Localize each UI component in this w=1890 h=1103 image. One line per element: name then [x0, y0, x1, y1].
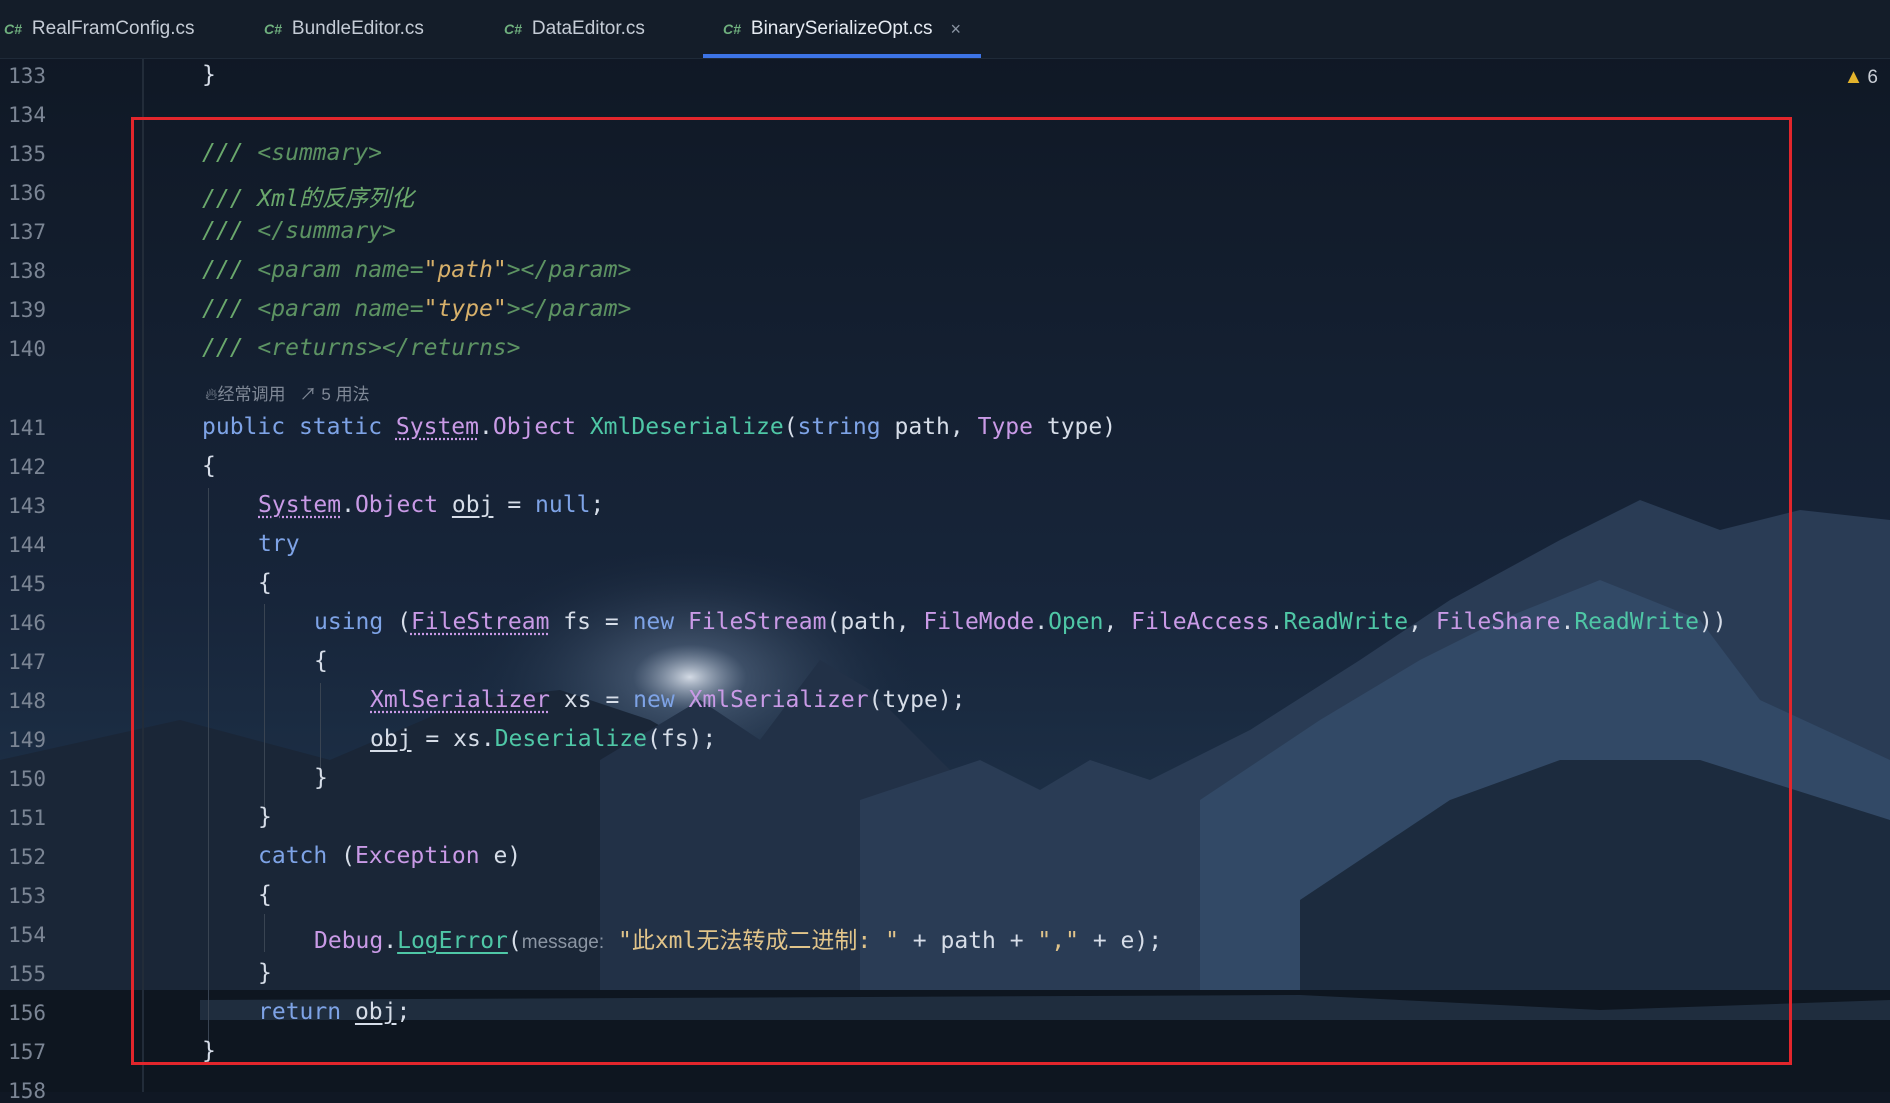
line-number: 157	[8, 1040, 46, 1064]
line-number: 156	[8, 1001, 46, 1025]
line-number: 155	[8, 962, 46, 986]
line-number: 149	[8, 728, 46, 752]
line-number: 135	[8, 142, 46, 166]
line-number: 145	[8, 572, 46, 596]
editor-tab-bar: C# RealFramConfig.cs C# BundleEditor.cs …	[0, 0, 1890, 59]
tab-dataeditor[interactable]: C# DataEditor.cs	[504, 0, 645, 58]
warning-count: 6	[1867, 66, 1878, 88]
line-number: 153	[8, 884, 46, 908]
tab-label: DataEditor.cs	[531, 18, 645, 39]
tab-label: BundleEditor.cs	[291, 18, 424, 39]
tab-label: BinarySerializeOpt.cs	[750, 18, 933, 39]
tab-bundleeditor[interactable]: C# BundleEditor.cs	[264, 0, 424, 58]
line-number: 150	[8, 767, 46, 791]
line-number: 148	[8, 689, 46, 713]
highlight-box	[131, 117, 1792, 1065]
line-number: 152	[8, 845, 46, 869]
code-line-133: }	[202, 62, 216, 88]
inspection-warnings-indicator[interactable]: ▲ 6	[1844, 66, 1878, 89]
tab-binaryserializeopt[interactable]: C# BinarySerializeOpt.cs ×	[703, 0, 982, 58]
csharp-file-icon: C#	[264, 21, 282, 37]
line-number: 134	[8, 103, 46, 127]
line-number: 141	[8, 416, 46, 440]
line-number: 133	[8, 64, 46, 88]
line-number: 136	[8, 181, 46, 205]
line-number: 154	[8, 923, 46, 947]
warning-triangle-icon: ▲	[1843, 66, 1864, 88]
line-number: 146	[8, 611, 46, 635]
csharp-file-icon: C#	[4, 21, 22, 37]
line-number: 143	[8, 494, 46, 518]
csharp-file-icon: C#	[504, 21, 522, 37]
line-number: 140	[8, 337, 46, 361]
line-number: 137	[8, 220, 46, 244]
tab-realframconfig[interactable]: C# RealFramConfig.cs	[4, 0, 195, 58]
line-number: 144	[8, 533, 46, 557]
csharp-file-icon: C#	[723, 21, 741, 37]
line-number: 158	[8, 1079, 46, 1103]
line-number: 142	[8, 455, 46, 479]
line-number: 138	[8, 259, 46, 283]
line-number: 139	[8, 298, 46, 322]
close-tab-icon[interactable]: ×	[951, 19, 962, 40]
line-number: 151	[8, 806, 46, 830]
tab-label: RealFramConfig.cs	[31, 18, 195, 39]
line-number: 147	[8, 650, 46, 674]
